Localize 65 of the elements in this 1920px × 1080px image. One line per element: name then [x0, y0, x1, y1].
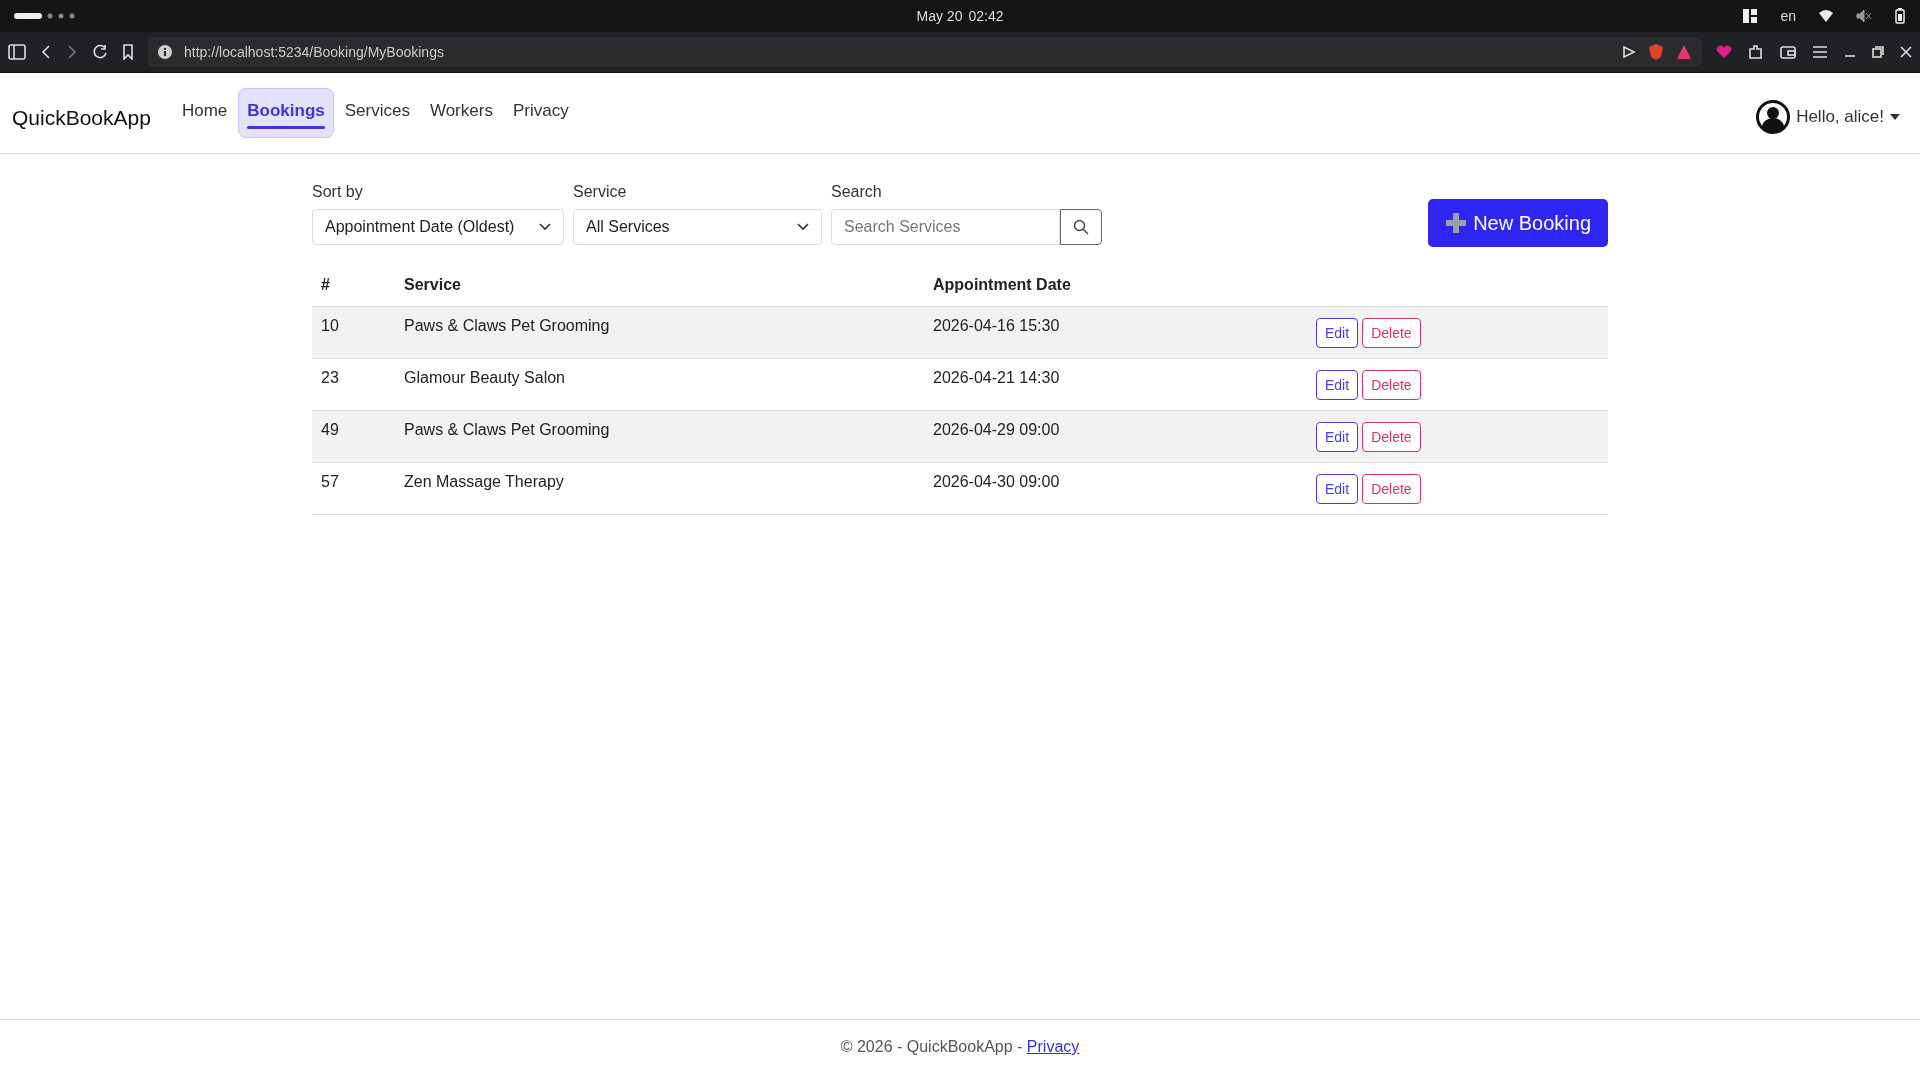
column-header: #: [312, 274, 395, 307]
table-cell: 49: [312, 410, 395, 463]
search-field[interactable]: Search Services: [831, 209, 1060, 245]
user-menu[interactable]: Hello, alice!: [1748, 94, 1908, 140]
table-cell: Zen Massage Therapy: [395, 462, 924, 515]
address-bar[interactable]: http://localhost:5234/Booking/MyBookings: [148, 37, 1702, 67]
reload-icon[interactable]: [92, 44, 108, 60]
edit-button[interactable]: Edit: [1316, 422, 1359, 452]
column-header: Appointment Date: [924, 274, 1307, 307]
battery-icon[interactable]: [1894, 8, 1906, 24]
edit-button[interactable]: Edit: [1316, 474, 1359, 504]
new-booking-button[interactable]: New Booking: [1428, 199, 1608, 247]
delete-button[interactable]: Delete: [1362, 370, 1421, 400]
delete-button[interactable]: Delete: [1362, 318, 1421, 348]
caret-icon: [1890, 114, 1900, 120]
copyright-text: © 2026 - QuickBookApp - Privacy: [840, 1038, 1080, 1056]
table-cell: 10: [312, 306, 395, 359]
search-button[interactable]: [1060, 209, 1102, 245]
table-cell: 2026-04-30 09:00: [924, 462, 1307, 515]
menu-icon[interactable]: [1812, 45, 1828, 59]
nav-link[interactable]: Home: [172, 88, 237, 138]
field-label: Search: [831, 183, 883, 201]
user-avatar-icon: [1756, 100, 1791, 134]
delete-button[interactable]: Delete: [1362, 422, 1421, 452]
wallet-icon[interactable]: [1780, 44, 1796, 60]
nav-link[interactable]: Bookings: [238, 88, 334, 138]
edit-button[interactable]: Edit: [1316, 370, 1359, 400]
delete-button[interactable]: Delete: [1362, 474, 1421, 504]
brand-link[interactable]: QuickBookApp: [12, 106, 151, 130]
table-cell: Paws & Claws Pet Grooming: [395, 410, 924, 463]
service-select[interactable]: All Services: [573, 209, 822, 245]
speaker-muted-icon[interactable]: [1856, 9, 1872, 23]
chevron-down-icon: [797, 223, 809, 231]
back-icon[interactable]: [40, 44, 52, 60]
privacy-link[interactable]: Privacy: [1026, 1038, 1080, 1055]
table-cell: 2026-04-16 15:30: [924, 306, 1307, 359]
sidebar-icon[interactable]: [8, 44, 26, 60]
chevron-down-icon: [539, 223, 551, 231]
shield-icon[interactable]: [1648, 43, 1664, 61]
triangle-icon[interactable]: [1676, 44, 1692, 60]
heart-icon[interactable]: [1716, 45, 1732, 59]
forward-icon[interactable]: [66, 44, 78, 60]
table-cell: 57: [312, 462, 395, 515]
bookmark-icon[interactable]: [122, 44, 134, 60]
sort-select[interactable]: Appointment Date (Oldest): [312, 209, 564, 245]
column-header: Service: [395, 274, 924, 307]
nav-link[interactable]: Workers: [420, 88, 502, 138]
layout-icon[interactable]: [1742, 8, 1759, 24]
plus-icon: [1445, 212, 1468, 234]
table-cell: 2026-04-29 09:00: [924, 410, 1307, 463]
edit-button[interactable]: Edit: [1316, 318, 1359, 348]
search-icon: [1073, 219, 1089, 235]
language-indicator[interactable]: en: [1780, 8, 1796, 24]
wifi-icon[interactable]: [1818, 9, 1834, 23]
nav-link[interactable]: Services: [335, 88, 419, 138]
info-icon: [158, 45, 172, 59]
restore-icon[interactable]: [1872, 46, 1884, 58]
close-icon[interactable]: [1900, 46, 1912, 58]
field-label: Sort by: [312, 183, 364, 201]
send-icon[interactable]: [1622, 45, 1636, 59]
table-cell: Paws & Claws Pet Grooming: [395, 306, 924, 359]
date-label[interactable]: May 20: [916, 8, 963, 24]
nav-link[interactable]: Privacy: [503, 88, 578, 138]
field-label: Service: [573, 183, 628, 201]
clock-label[interactable]: 02:42: [968, 8, 1004, 24]
